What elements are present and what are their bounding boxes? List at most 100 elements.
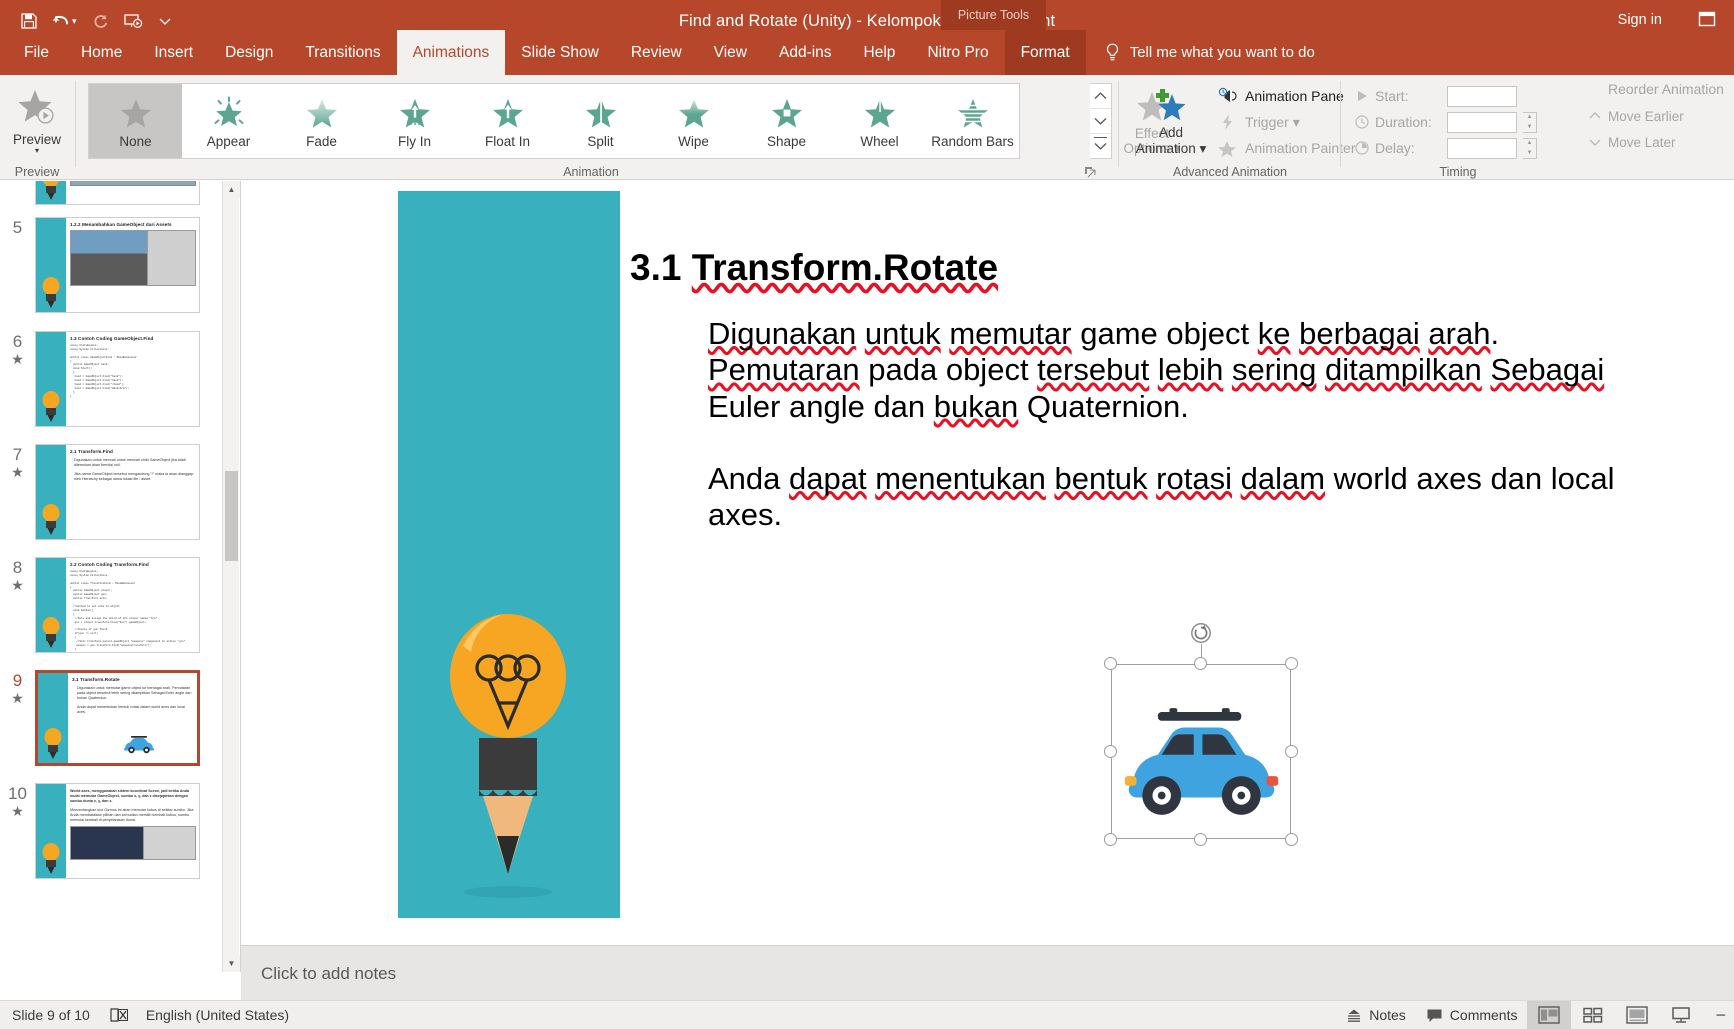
tab-help[interactable]: Help bbox=[848, 30, 912, 75]
resize-handle-ne[interactable] bbox=[1285, 657, 1298, 670]
view-reading-button[interactable] bbox=[1615, 1001, 1659, 1029]
gallery-scroll-up-icon[interactable] bbox=[1090, 84, 1111, 108]
zoom-out-button[interactable]: − bbox=[1715, 1005, 1726, 1026]
animation-split[interactable]: Split bbox=[554, 84, 647, 158]
view-normal-button[interactable] bbox=[1527, 1000, 1572, 1029]
tab-add-ins[interactable]: Add-ins bbox=[763, 30, 848, 75]
duration-spinner[interactable]: ▲ ▼ bbox=[1523, 111, 1537, 133]
animation-float-in-label: Float In bbox=[484, 133, 531, 149]
timing-delay-row: Delay: ▲ ▼ bbox=[1355, 135, 1537, 161]
undo-dropdown-icon[interactable]: ▾ bbox=[72, 16, 84, 27]
tab-format[interactable]: Format bbox=[1004, 30, 1086, 75]
slide-editor[interactable]: 3.1 Transform.Rotate Digunakan untuk mem… bbox=[241, 181, 1734, 972]
tab-view[interactable]: View bbox=[698, 30, 763, 75]
resize-handle-s[interactable] bbox=[1194, 833, 1207, 846]
animation-gallery[interactable]: None Appear Fade Fly In Float In Split W… bbox=[88, 83, 1020, 159]
thumbnail-slide-10[interactable]: 10 ★ World axes, menggunakan sistem koor… bbox=[0, 783, 208, 879]
thumbnail-image-9[interactable]: 3.1 Transform.Rotate Digunakan untuk mem… bbox=[35, 670, 200, 766]
gallery-more-icon[interactable] bbox=[1090, 133, 1111, 158]
car-picture[interactable] bbox=[1119, 706, 1284, 819]
ribbon-display-options-icon[interactable] bbox=[1698, 10, 1716, 28]
tab-home[interactable]: Home bbox=[65, 30, 138, 75]
animation-fly-in[interactable]: Fly In bbox=[368, 84, 461, 158]
animation-none[interactable]: None bbox=[89, 84, 182, 158]
tab-insert[interactable]: Insert bbox=[138, 30, 209, 75]
gallery-scroll-down-icon[interactable] bbox=[1090, 108, 1111, 133]
star-split-icon bbox=[584, 94, 618, 132]
animation-star-icon-6[interactable]: ★ bbox=[0, 352, 35, 366]
slide-pane-scrollbar[interactable]: ▲ ▼ bbox=[222, 181, 240, 972]
notes-pane[interactable]: Click to add notes bbox=[241, 945, 1734, 1001]
tab-design[interactable]: Design bbox=[209, 30, 289, 75]
gallery-scroll-buttons[interactable] bbox=[1090, 83, 1112, 159]
tab-transitions[interactable]: Transitions bbox=[289, 30, 396, 75]
trigger-label: Trigger ▾ bbox=[1245, 113, 1300, 130]
tab-animations[interactable]: Animations bbox=[396, 30, 506, 75]
sign-in-button[interactable]: Sign in bbox=[1608, 9, 1672, 31]
animation-float-in[interactable]: Float In bbox=[461, 84, 554, 158]
thumbnail-image-4[interactable] bbox=[35, 181, 200, 205]
view-slide-show-button[interactable] bbox=[1659, 1001, 1703, 1029]
resize-handle-nw[interactable] bbox=[1104, 657, 1117, 670]
start-dropdown[interactable] bbox=[1447, 85, 1517, 107]
animation-star-icon-10[interactable]: ★ bbox=[0, 804, 35, 818]
resize-handle-n[interactable] bbox=[1194, 657, 1207, 670]
comments-button[interactable]: Comments bbox=[1416, 1001, 1528, 1029]
animation-shape[interactable]: Shape bbox=[740, 84, 833, 158]
rotate-handle-icon[interactable] bbox=[1190, 622, 1212, 644]
thumbnail-slide-4[interactable]: 4 bbox=[0, 181, 208, 205]
thumbnail-number-10: 10 bbox=[8, 784, 27, 803]
thumb-content-6: 1.3 Contoh Coding GameObject.Find using … bbox=[70, 336, 196, 423]
animation-random-bars[interactable]: Random Bars bbox=[926, 84, 1019, 158]
slide-indicator[interactable]: Slide 9 of 10 bbox=[12, 1007, 90, 1023]
thumbnail-slide-9[interactable]: 9 ★ 3.1 Transform.Rotate Digunakan untuk… bbox=[0, 670, 208, 766]
resize-handle-sw[interactable] bbox=[1104, 833, 1117, 846]
resize-handle-se[interactable] bbox=[1285, 833, 1298, 846]
slide-pane-scroll-down-icon[interactable]: ▼ bbox=[223, 955, 240, 972]
animation-star-icon-7[interactable]: ★ bbox=[0, 465, 35, 479]
slide-body-text[interactable]: Digunakan untuk memutar game object ke b… bbox=[708, 316, 1658, 533]
thumbnail-image-7[interactable]: 2.1 Transform.Find Digunakan untuk menca… bbox=[35, 444, 200, 540]
add-animation-button[interactable]: Add Animation ▾ bbox=[1128, 81, 1214, 161]
animation-star-icon-9[interactable]: ★ bbox=[0, 691, 35, 705]
animation-star-icon-8[interactable]: ★ bbox=[0, 578, 35, 592]
thumb-para-10-1: World axes, menggunakan sistem koordinat… bbox=[70, 789, 190, 803]
slide-canvas[interactable]: 3.1 Transform.Rotate Digunakan untuk mem… bbox=[398, 191, 1688, 918]
delay-spinner[interactable]: ▲ ▼ bbox=[1523, 137, 1537, 159]
thumbnail-slide-6[interactable]: 6 ★ 1.3 Contoh Coding GameObject.Find us… bbox=[0, 331, 208, 427]
zoom-controls[interactable]: − bbox=[1703, 1005, 1726, 1026]
tab-slide-show[interactable]: Slide Show bbox=[505, 30, 615, 75]
thumbnail-image-5[interactable]: 1.2.2 Menambahkan GameObject dari Assets bbox=[35, 217, 200, 313]
resize-handle-w[interactable] bbox=[1104, 744, 1117, 758]
thumbnail-slide-7[interactable]: 7 ★ 2.1 Transform.Find Digunakan untuk m… bbox=[0, 444, 208, 540]
thumbnail-image-6[interactable]: 1.3 Contoh Coding GameObject.Find using … bbox=[35, 331, 200, 427]
thumb-title-7: 2.1 Transform.Find bbox=[70, 449, 113, 454]
animation-wheel[interactable]: Wheel bbox=[833, 84, 926, 158]
thumbnail-image-8[interactable]: 2.2 Contoh Coding Transform.Find using U… bbox=[35, 557, 200, 653]
view-slide-sorter-button[interactable] bbox=[1571, 1001, 1615, 1029]
thumbnail-slide-5[interactable]: 5 1.2.2 Menambahkan GameObject dari Asse… bbox=[0, 217, 208, 313]
spell-check-icon[interactable] bbox=[108, 1007, 128, 1023]
animation-fade[interactable]: Fade bbox=[275, 84, 368, 158]
language-indicator[interactable]: English (United States) bbox=[146, 1007, 289, 1023]
animation-wipe[interactable]: Wipe bbox=[647, 84, 740, 158]
tab-file[interactable]: File bbox=[8, 30, 65, 75]
slide-title[interactable]: 3.1 Transform.Rotate bbox=[630, 247, 998, 289]
preview-button[interactable]: Preview ▾ bbox=[5, 80, 69, 158]
delay-input[interactable] bbox=[1447, 137, 1517, 159]
thumbnail-slide-8[interactable]: 8 ★ 2.2 Contoh Coding Transform.Find usi… bbox=[0, 557, 208, 653]
tell-me-search[interactable]: Tell me what you want to do bbox=[1086, 30, 1327, 75]
notes-button[interactable]: Notes bbox=[1336, 1001, 1416, 1029]
slide-pane-scroll-up-icon[interactable]: ▲ bbox=[223, 181, 240, 198]
tab-nitro-pro[interactable]: Nitro Pro bbox=[911, 30, 1004, 75]
slide-pane-scroll-thumb[interactable] bbox=[225, 471, 238, 561]
animation-appear[interactable]: Appear bbox=[182, 84, 275, 158]
slide-thumbnail-pane[interactable]: 4 5 1.2.2 bbox=[0, 181, 241, 972]
selected-picture-frame[interactable] bbox=[1104, 623, 1298, 846]
thumbnail-image-10[interactable]: World axes, menggunakan sistem koordinat… bbox=[35, 783, 200, 879]
animation-dialog-launcher[interactable] bbox=[1084, 166, 1096, 178]
tab-review[interactable]: Review bbox=[615, 30, 698, 75]
duration-input[interactable] bbox=[1447, 111, 1517, 133]
preview-dropdown-icon[interactable]: ▾ bbox=[35, 146, 39, 155]
resize-handle-e[interactable] bbox=[1285, 744, 1298, 758]
